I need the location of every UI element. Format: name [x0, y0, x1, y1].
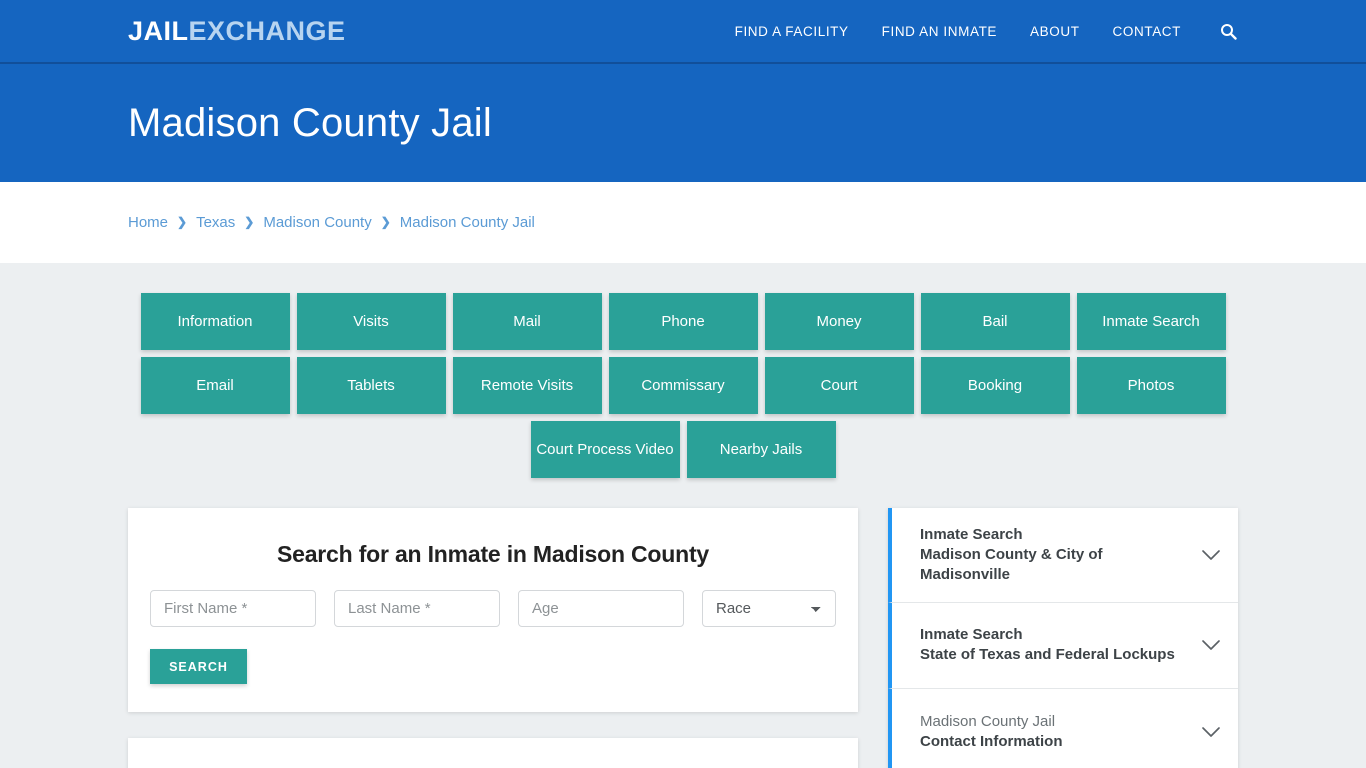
race-select[interactable]: Race	[702, 590, 836, 627]
tile-visits[interactable]: Visits	[296, 293, 446, 350]
chevron-right-icon: ❯	[380, 214, 391, 229]
accordion-item-inmate-search-state[interactable]: Inmate Search State of Texas and Federal…	[888, 602, 1238, 689]
inmate-search-card: Search for an Inmate in Madison County R…	[128, 508, 858, 712]
breadcrumb-item-current[interactable]: Madison County Jail	[400, 214, 535, 231]
nav-item-contact[interactable]: CONTACT	[1113, 24, 1181, 39]
accordion-item-line2: Contact Information	[920, 732, 1063, 750]
nav-search-button[interactable]	[1218, 20, 1238, 42]
breadcrumb-item-madison-county[interactable]: Madison County	[263, 214, 371, 231]
nav-item-find-a-facility[interactable]: FIND A FACILITY	[735, 24, 849, 39]
accordion-item-line2: State of Texas and Federal Lockups	[920, 646, 1175, 664]
tile-photos[interactable]: Photos	[1076, 357, 1226, 414]
logo-text-jail: JAIL	[128, 15, 189, 46]
page-body: Information Visits Mail Phone Money Bail…	[0, 263, 1366, 768]
accordion-item-inmate-search-county[interactable]: Inmate Search Madison County & City of M…	[888, 508, 1238, 603]
search-fields-row: Race	[150, 590, 836, 627]
first-name-input[interactable]	[150, 590, 316, 627]
tile-commissary[interactable]: Commissary	[608, 357, 758, 414]
search-submit-button[interactable]: SEARCH	[150, 649, 247, 684]
tile-booking[interactable]: Booking	[920, 357, 1070, 414]
breadcrumb-item-home[interactable]: Home	[128, 214, 168, 231]
breadcrumb-item-texas[interactable]: Texas	[196, 214, 235, 231]
search-card-title: Search for an Inmate in Madison County	[276, 541, 710, 567]
site-header: JAILEXCHANGE FIND A FACILITY FIND AN INM…	[0, 0, 1366, 64]
logo-text-exchange: EXCHANGE	[188, 15, 346, 46]
hero-banner: Madison County Jail	[0, 64, 1366, 182]
tile-court[interactable]: Court	[764, 357, 914, 414]
tile-email[interactable]: Email	[140, 357, 290, 414]
primary-navigation: FIND A FACILITY FIND AN INMATE ABOUT CON…	[735, 20, 1238, 42]
chevron-down-icon	[1200, 634, 1222, 656]
tile-money[interactable]: Money	[764, 293, 914, 350]
sidebar-column: Inmate Search Madison County & City of M…	[888, 508, 1238, 768]
breadcrumb: Home ❯ Texas ❯ Madison County ❯ Madison …	[128, 214, 535, 231]
search-icon	[1220, 23, 1237, 40]
tile-phone[interactable]: Phone	[608, 293, 758, 350]
accordion-item-text: Madison County Jail Contact Information	[920, 712, 1188, 752]
tile-nearby-jails[interactable]: Nearby Jails	[686, 421, 836, 478]
nav-item-find-an-inmate[interactable]: FIND AN INMATE	[882, 24, 997, 39]
tile-information[interactable]: Information	[140, 293, 290, 350]
accordion-item-line2: Madison County & City of Madisonville	[920, 545, 1103, 583]
lower-columns: Search for an Inmate in Madison County R…	[128, 508, 1238, 768]
tile-tablets[interactable]: Tablets	[296, 357, 446, 414]
content-container: Information Visits Mail Phone Money Bail…	[128, 293, 1238, 768]
chevron-right-icon: ❯	[177, 214, 188, 229]
page-title: Madison County Jail	[128, 101, 492, 145]
chevron-down-icon	[1200, 544, 1222, 566]
accordion-item-text: Inmate Search State of Texas and Federal…	[920, 625, 1188, 665]
accordion-item-contact-information[interactable]: Madison County Jail Contact Information	[888, 688, 1238, 768]
breadcrumb-bar: Home ❯ Texas ❯ Madison County ❯ Madison …	[0, 182, 1366, 263]
accordion-item-text: Inmate Search Madison County & City of M…	[920, 525, 1188, 585]
last-name-input[interactable]	[334, 590, 500, 627]
tile-bail[interactable]: Bail	[920, 293, 1070, 350]
jail-information-title: Madison County Jail Information	[150, 764, 836, 768]
accordion-item-line1: Inmate Search	[920, 626, 1023, 644]
tile-court-process-video[interactable]: Court Process Video	[530, 421, 680, 478]
chevron-down-icon	[1200, 721, 1222, 743]
sidebar-accordion: Inmate Search Madison County & City of M…	[888, 508, 1238, 768]
tile-inmate-search[interactable]: Inmate Search	[1076, 293, 1226, 350]
main-column: Search for an Inmate in Madison County R…	[128, 508, 858, 768]
tile-mail[interactable]: Mail	[452, 293, 602, 350]
facility-section-links: Information Visits Mail Phone Money Bail…	[135, 293, 1231, 478]
jail-information-card: Madison County Jail Information	[128, 738, 858, 768]
tile-remote-visits[interactable]: Remote Visits	[452, 357, 602, 414]
nav-item-about[interactable]: ABOUT	[1030, 24, 1080, 39]
chevron-right-icon: ❯	[244, 214, 255, 229]
accordion-item-line1: Inmate Search	[920, 526, 1023, 543]
accordion-item-line1: Madison County Jail	[920, 712, 1056, 730]
site-logo[interactable]: JAILEXCHANGE	[128, 15, 346, 46]
age-input[interactable]	[518, 590, 684, 627]
